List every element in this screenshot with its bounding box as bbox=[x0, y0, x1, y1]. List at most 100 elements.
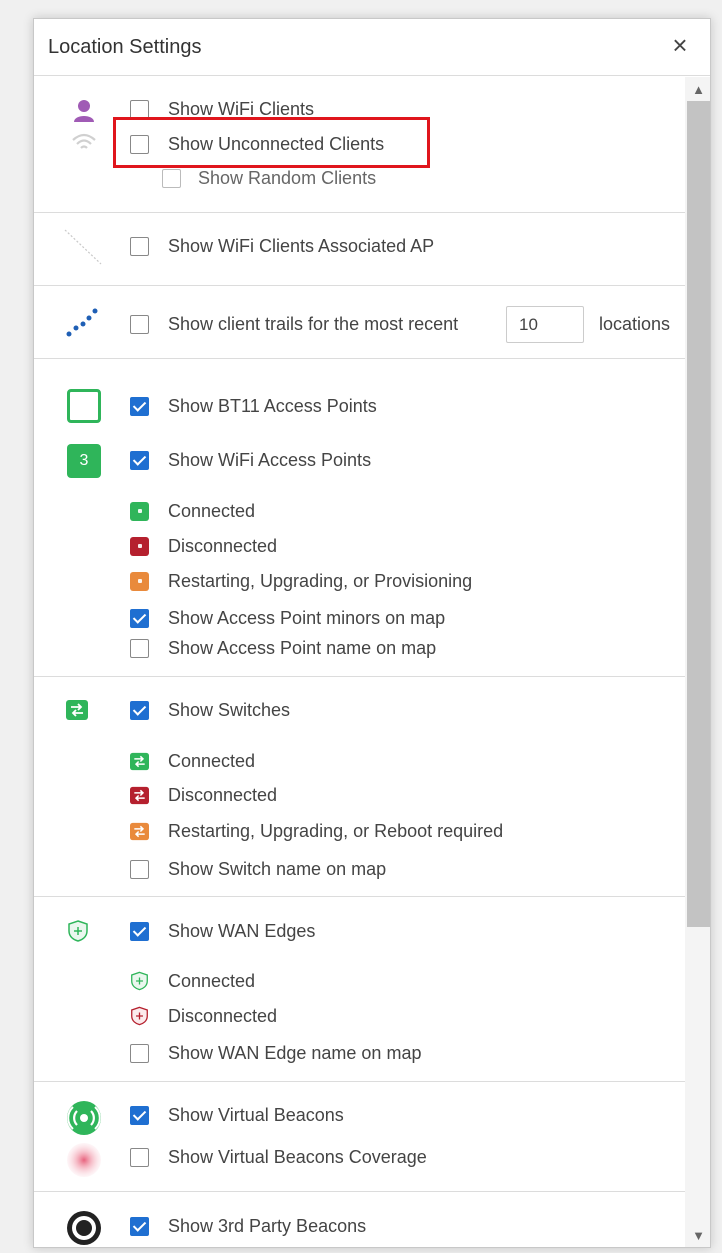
ap-restarting-swatch bbox=[130, 571, 149, 591]
show-beacons-coverage-label: Show Virtual Beacons Coverage bbox=[168, 1146, 427, 1167]
scroll-up-icon[interactable]: ▲ bbox=[685, 79, 710, 101]
wan-disconnected-shield-icon bbox=[130, 1006, 149, 1026]
show-wan-edges-row[interactable]: Show WAN Edges bbox=[130, 919, 315, 943]
ap-connected-swatch bbox=[130, 501, 149, 521]
wan-connected-label: Connected bbox=[168, 970, 256, 991]
show-wifi-ap-checkbox[interactable] bbox=[130, 450, 149, 470]
show-unconnected-clients-row[interactable]: Show Unconnected Clients bbox=[130, 132, 384, 156]
virtual-beacon-icon bbox=[66, 1100, 102, 1136]
virtual-beacon-coverage-icon bbox=[66, 1142, 102, 1178]
ap-connected-legend: Connected bbox=[130, 499, 255, 523]
show-ap-minors-label: Show Access Point minors on map bbox=[168, 607, 446, 628]
third-party-beacons-section: Show 3rd Party Beacons bbox=[34, 1192, 685, 1247]
dialog-header: Location Settings × bbox=[34, 19, 710, 76]
show-3rd-party-beacons-label: Show 3rd Party Beacons bbox=[168, 1215, 367, 1236]
show-switch-name-checkbox[interactable] bbox=[130, 859, 149, 879]
show-wan-edges-checkbox[interactable] bbox=[130, 921, 149, 941]
show-wan-name-checkbox[interactable] bbox=[130, 1043, 149, 1063]
ap-restarting-legend: Restarting, Upgrading, or Provisioning bbox=[130, 569, 472, 593]
switch-disconnected-label: Disconnected bbox=[168, 784, 278, 805]
switch-disconnected-icon bbox=[130, 786, 149, 805]
scroll-down-icon[interactable]: ▼ bbox=[685, 1225, 710, 1247]
virtual-beacons-section: Show Virtual Beacons Show Virtual Beacon… bbox=[34, 1082, 685, 1192]
third-party-beacon-icon bbox=[66, 1210, 102, 1246]
switch-disconnected-legend: Disconnected bbox=[130, 783, 277, 807]
show-wan-name-row[interactable]: Show WAN Edge name on map bbox=[130, 1041, 421, 1065]
show-client-trails-checkbox[interactable] bbox=[130, 314, 149, 334]
show-3rd-party-beacons-row[interactable]: Show 3rd Party Beacons bbox=[130, 1214, 366, 1238]
ap-restarting-label: Restarting, Upgrading, or Provisioning bbox=[168, 570, 473, 591]
dialog-title: Location Settings bbox=[48, 36, 202, 58]
show-client-trails-row[interactable]: Show client trails for the most recent bbox=[130, 312, 458, 336]
show-virtual-beacons-row[interactable]: Show Virtual Beacons bbox=[130, 1103, 344, 1127]
wan-disconnected-label: Disconnected bbox=[168, 1005, 278, 1026]
trail-count-input[interactable]: 10 bbox=[506, 306, 584, 343]
switch-connected-icon bbox=[130, 752, 149, 771]
wifi-access-point-icon: 3 bbox=[67, 444, 101, 478]
show-random-clients-checkbox[interactable] bbox=[162, 168, 181, 188]
clients-section: Show WiFi Clients Show Unconnected Clien… bbox=[34, 77, 685, 213]
show-wifi-clients-label: Show WiFi Clients bbox=[168, 98, 315, 119]
show-wifi-clients-checkbox[interactable] bbox=[130, 99, 149, 119]
show-client-trails-label: Show client trails for the most recent bbox=[168, 313, 459, 334]
show-wifi-ap-label: Show WiFi Access Points bbox=[168, 449, 372, 470]
associated-ap-line-icon bbox=[62, 227, 104, 267]
switch-connected-label: Connected bbox=[168, 750, 256, 771]
show-switches-row[interactable]: Show Switches bbox=[130, 698, 290, 722]
show-ap-minors-row[interactable]: Show Access Point minors on map bbox=[130, 606, 445, 630]
ap-disconnected-legend: Disconnected bbox=[130, 534, 277, 558]
show-virtual-beacons-checkbox[interactable] bbox=[130, 1105, 149, 1125]
show-switch-name-row[interactable]: Show Switch name on map bbox=[130, 857, 386, 881]
wan-connected-legend: Connected bbox=[130, 969, 255, 993]
trail-suffix-label: locations bbox=[599, 313, 671, 334]
show-switch-name-label: Show Switch name on map bbox=[168, 858, 387, 879]
show-ap-name-row[interactable]: Show Access Point name on map bbox=[130, 636, 436, 660]
switch-connected-legend: Connected bbox=[130, 749, 255, 773]
show-switches-label: Show Switches bbox=[168, 699, 291, 720]
show-virtual-beacons-label: Show Virtual Beacons bbox=[168, 1104, 344, 1125]
switch-icon bbox=[66, 700, 88, 720]
wan-connected-shield-icon bbox=[130, 971, 149, 991]
show-unconnected-clients-checkbox[interactable] bbox=[130, 134, 149, 154]
show-unconnected-clients-label: Show Unconnected Clients bbox=[168, 133, 385, 154]
show-random-clients-label: Show Random Clients bbox=[198, 167, 377, 188]
ap-disconnected-swatch bbox=[130, 536, 149, 556]
wan-disconnected-legend: Disconnected bbox=[130, 1004, 277, 1028]
show-ap-name-checkbox[interactable] bbox=[130, 638, 149, 658]
show-bt11-label: Show BT11 Access Points bbox=[168, 395, 377, 416]
vertical-scrollbar[interactable]: ▲ ▼ bbox=[685, 77, 710, 1247]
show-random-clients-row[interactable]: Show Random Clients bbox=[162, 166, 376, 190]
settings-content: Show WiFi Clients Show Unconnected Clien… bbox=[34, 77, 685, 1247]
client-trails-section: Show client trails for the most recent 1… bbox=[34, 286, 685, 359]
associated-ap-section: Show WiFi Clients Associated AP bbox=[34, 213, 685, 286]
switch-restarting-icon bbox=[130, 822, 149, 841]
wifi-client-person-icon bbox=[72, 99, 96, 123]
show-3rd-party-beacons-checkbox[interactable] bbox=[130, 1216, 149, 1236]
show-beacons-coverage-row[interactable]: Show Virtual Beacons Coverage bbox=[130, 1145, 427, 1169]
show-associated-ap-checkbox[interactable] bbox=[130, 236, 149, 256]
switch-restarting-legend: Restarting, Upgrading, or Reboot require… bbox=[130, 819, 503, 843]
scroll-thumb[interactable] bbox=[687, 101, 710, 927]
show-ap-name-label: Show Access Point name on map bbox=[168, 637, 437, 658]
show-wifi-clients-row[interactable]: Show WiFi Clients bbox=[130, 97, 314, 121]
show-beacons-coverage-checkbox[interactable] bbox=[130, 1147, 149, 1167]
show-bt11-row[interactable]: Show BT11 Access Points bbox=[130, 394, 377, 418]
ap-connected-label: Connected bbox=[168, 500, 256, 521]
show-associated-ap-label: Show WiFi Clients Associated AP bbox=[168, 235, 435, 256]
location-settings-dialog: Location Settings × Show WiFi Clients Sh… bbox=[33, 18, 711, 1248]
show-associated-ap-row[interactable]: Show WiFi Clients Associated AP bbox=[130, 234, 434, 258]
wan-edge-shield-icon bbox=[67, 919, 89, 943]
show-wan-edges-label: Show WAN Edges bbox=[168, 920, 316, 941]
show-ap-minors-checkbox[interactable] bbox=[130, 608, 149, 628]
show-bt11-checkbox[interactable] bbox=[130, 396, 149, 416]
switches-section: Show Switches Connected Disconnected Res… bbox=[34, 677, 685, 897]
switch-restarting-label: Restarting, Upgrading, or Reboot require… bbox=[168, 820, 504, 841]
close-icon[interactable]: × bbox=[666, 31, 694, 59]
access-points-section: Show BT11 Access Points 3 Show WiFi Acce… bbox=[34, 359, 685, 677]
show-wan-name-label: Show WAN Edge name on map bbox=[168, 1042, 422, 1063]
show-wifi-ap-row[interactable]: Show WiFi Access Points bbox=[130, 448, 371, 472]
ap-disconnected-label: Disconnected bbox=[168, 535, 278, 556]
show-switches-checkbox[interactable] bbox=[130, 700, 149, 720]
unconnected-wifi-icon bbox=[71, 132, 97, 154]
wan-edges-section: Show WAN Edges Connected Disconnected Sh… bbox=[34, 897, 685, 1082]
